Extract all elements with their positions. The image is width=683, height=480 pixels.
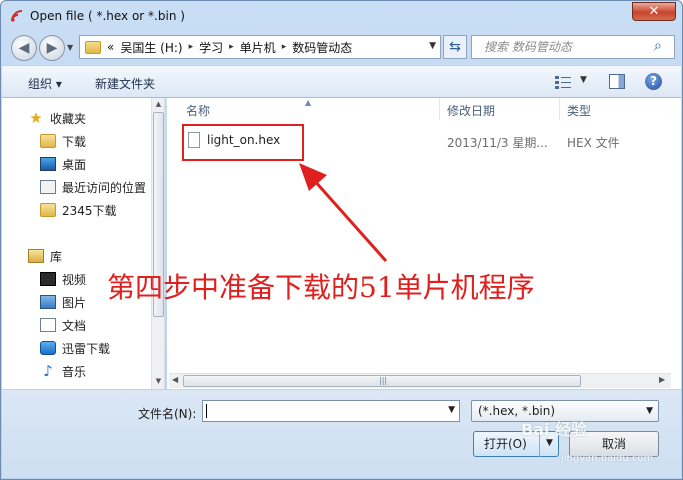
scroll-left-icon[interactable]: ◀: [172, 375, 178, 384]
sidebar-item-label: 视频: [62, 272, 87, 287]
app-icon: [11, 10, 23, 22]
back-button[interactable]: ◀: [11, 35, 37, 61]
annotation-arrow-icon: [299, 163, 388, 262]
breadcrumb-current-folder[interactable]: 数码管动态: [292, 39, 352, 56]
title-bar[interactable]: Open file ( *.hex or *.bin ) ✕: [1, 1, 682, 31]
chevron-down-icon[interactable]: ▼: [646, 401, 653, 421]
scroll-down-icon[interactable]: ▼: [152, 377, 165, 385]
close-button[interactable]: ✕: [632, 2, 676, 21]
watermark-logo: Bai 经验: [521, 420, 588, 439]
breadcrumb-mcu[interactable]: 单片机: [240, 39, 276, 56]
refresh-button[interactable]: ⇆: [443, 35, 467, 59]
recent-pages-dropdown[interactable]: ▼: [67, 43, 77, 55]
pictures-icon: [40, 295, 56, 309]
chevron-right-icon[interactable]: ▸: [229, 42, 234, 52]
sidebar-item-label: 收藏夹: [50, 111, 87, 126]
address-prefix[interactable]: «: [107, 40, 114, 54]
sort-ascending-icon: ▲: [305, 98, 312, 107]
sidebar-item-label: 库: [50, 249, 63, 264]
column-header-modified[interactable]: 修改日期: [447, 102, 495, 119]
library-icon: [28, 249, 44, 263]
column-divider[interactable]: [439, 98, 440, 120]
command-toolbar: 组织 ▾ 新建文件夹 ▼ ?: [2, 65, 681, 98]
star-icon: ★: [29, 109, 43, 127]
annotation-highlight-box: [182, 124, 304, 161]
filename-label: 文件名(N):: [138, 407, 197, 421]
search-input[interactable]: 搜索 数码管动态: [471, 35, 675, 59]
filename-input[interactable]: ▼: [202, 400, 460, 422]
file-list-horizontal-scrollbar[interactable]: ◀ ||| ▶: [169, 373, 671, 388]
view-dropdown-icon[interactable]: ▼: [580, 75, 587, 85]
scroll-right-icon[interactable]: ▶: [659, 375, 665, 384]
sidebar-item-label: 图片: [62, 295, 87, 310]
desktop-icon: [40, 157, 56, 171]
window-title: Open file ( *.hex or *.bin ): [30, 9, 185, 23]
navigation-pane-scrollbar[interactable]: ▲ ▼: [151, 98, 164, 389]
sidebar-item-label: 下载: [62, 134, 87, 149]
thunder-download-icon: [40, 341, 56, 355]
recent-places-icon: [40, 180, 56, 194]
breadcrumb-study[interactable]: 学习: [199, 39, 223, 56]
sidebar-item-label: 音乐: [62, 364, 87, 379]
folder-icon: [40, 134, 56, 148]
preview-pane-icon[interactable]: [609, 74, 625, 89]
folder-icon: [40, 203, 56, 217]
chevron-down-icon[interactable]: ▼: [448, 405, 455, 415]
organize-button[interactable]: 组织 ▾: [28, 75, 62, 92]
back-arrow-icon: ◀: [18, 40, 30, 56]
sidebar-item-label: 桌面: [62, 157, 87, 172]
column-header-name[interactable]: 名称: [186, 102, 210, 119]
open-file-dialog: Open file ( *.hex or *.bin ) ✕ ◀ ▶ ▼ « 吴…: [0, 0, 683, 480]
annotation-caption: 第四步中准备下载的51单片机程序: [107, 271, 535, 304]
chevron-right-icon[interactable]: ▸: [282, 42, 287, 52]
chevron-down-icon[interactable]: ▼: [429, 41, 436, 51]
music-icon: ♪: [43, 362, 53, 380]
file-modified-date: 2013/11/3 星期...: [447, 136, 548, 150]
scrollbar-thumb[interactable]: |||: [183, 375, 581, 387]
forward-button[interactable]: ▶: [39, 35, 65, 61]
grip-icon: |||: [379, 376, 388, 385]
address-bar[interactable]: « 吴国生 (H:) ▸ 学习 ▸ 单片机 ▸ 数码管动态 ▼: [79, 35, 441, 59]
text-caret: [206, 404, 207, 418]
view-options-icon[interactable]: [555, 75, 571, 89]
sidebar-item-label: 2345下载: [62, 203, 117, 218]
breadcrumb-drive[interactable]: 吴国生 (H:): [120, 39, 182, 56]
sidebar-item-label: 最近访问的位置: [62, 180, 147, 195]
video-icon: [40, 272, 56, 286]
column-header-type[interactable]: 类型: [567, 102, 591, 119]
refresh-icon: ⇆: [449, 39, 461, 55]
help-icon[interactable]: ?: [645, 73, 662, 90]
documents-icon: [40, 318, 56, 332]
folder-icon: [85, 40, 101, 54]
chevron-right-icon[interactable]: ▸: [189, 42, 194, 52]
forward-arrow-icon: ▶: [46, 40, 58, 56]
sidebar-item-label: 迅雷下载: [62, 341, 111, 356]
watermark-url: jingyan.baidu.com: [561, 453, 654, 464]
scroll-up-icon[interactable]: ▲: [152, 100, 165, 108]
file-type: HEX 文件: [567, 136, 620, 150]
sidebar-item-label: 文档: [62, 318, 87, 333]
column-divider[interactable]: [559, 98, 560, 120]
new-folder-button[interactable]: 新建文件夹: [95, 75, 155, 92]
navigation-pane: ★ 收藏夹 下载 桌面 最近访问的位置 2345下载 库 视频 图片 文档 迅雷…: [2, 98, 165, 389]
search-icon[interactable]: ⌕: [654, 38, 676, 54]
